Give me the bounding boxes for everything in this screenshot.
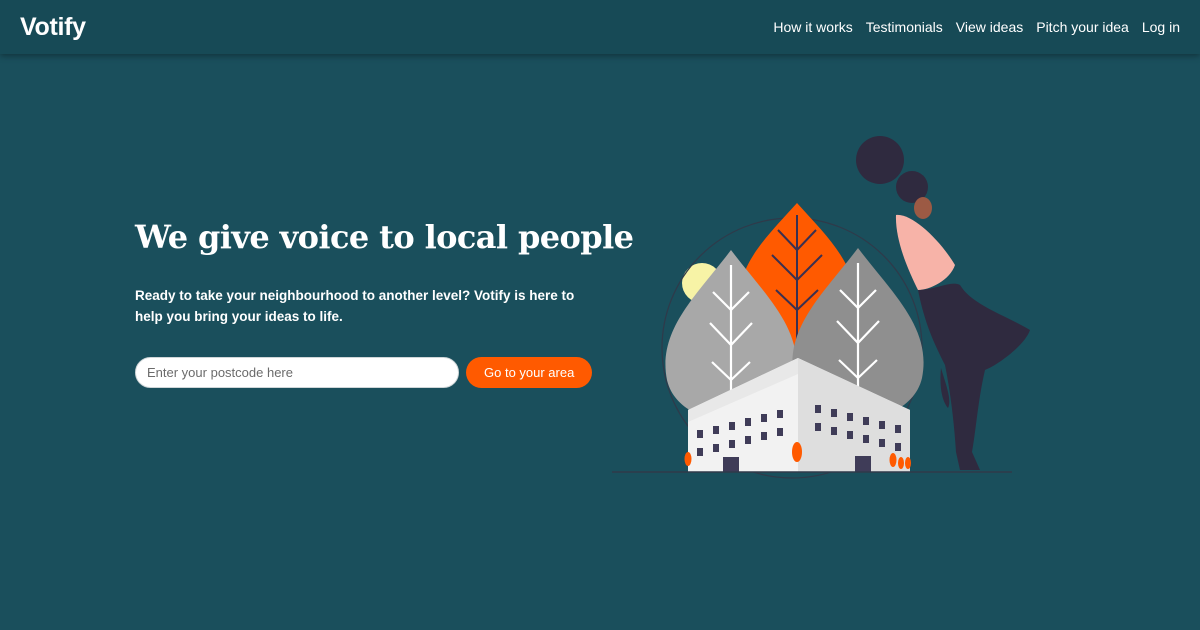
nav-link-view-ideas[interactable]: View ideas (956, 19, 1023, 35)
hero-illustration (612, 136, 1030, 479)
go-to-area-button[interactable]: Go to your area (466, 357, 593, 388)
nav-link-pitch-your-idea[interactable]: Pitch your idea (1036, 19, 1129, 35)
main-nav: How it works Testimonials View ideas Pit… (773, 19, 1180, 35)
hero-title: We give voice to local people (135, 218, 634, 256)
hero-subtitle: Ready to take your neighbourhood to anot… (135, 288, 575, 324)
logo[interactable]: Votify (20, 13, 86, 42)
nav-link-testimonials[interactable]: Testimonials (866, 19, 943, 35)
nav-link-log-in[interactable]: Log in (1142, 19, 1180, 35)
navbar: Votify How it works Testimonials View id… (0, 0, 1200, 54)
postcode-input[interactable] (135, 357, 459, 388)
nav-link-how-it-works[interactable]: How it works (773, 19, 852, 35)
postcode-search-form: Go to your area (135, 357, 593, 388)
